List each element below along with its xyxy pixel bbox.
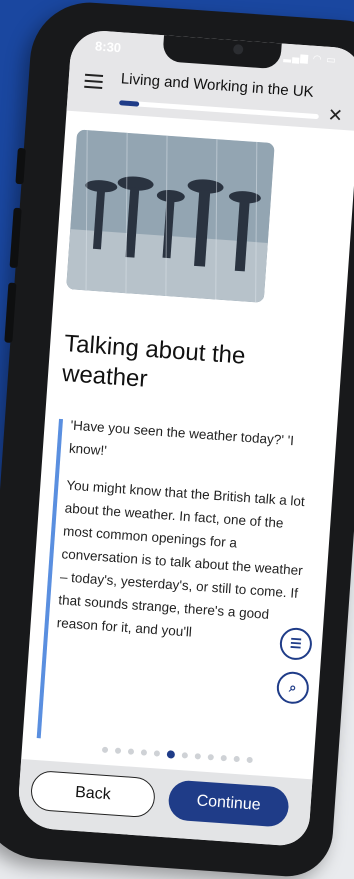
lesson-body: 'Have you seen the weather today?' 'I kn… [55,414,321,666]
close-icon[interactable]: ✕ [327,105,343,127]
page-dot [140,749,148,756]
lesson-quote: 'Have you seen the weather today?' 'I kn… [68,417,295,459]
rain-umbrella-illustration [66,129,275,303]
side-button [15,147,26,185]
continue-button[interactable]: Continue [167,779,290,828]
page-dot [246,756,253,764]
page-dot [153,750,161,757]
lesson-paragraph: You might know that the British talk a l… [56,477,306,640]
search-button[interactable]: ⌕ [275,670,310,705]
page-dot [194,753,202,760]
page-dot-active [166,750,176,759]
lesson-heading: Talking about the weather [61,330,247,393]
page-dot [114,747,122,754]
page-dot [220,754,227,762]
pagination-dots [101,746,253,765]
status-time: 8:30 [94,38,122,56]
hero-image [66,129,275,303]
menu-icon[interactable] [84,73,104,90]
back-button[interactable]: Back [29,769,157,819]
page-dot [181,752,189,759]
app-screen: 8:30 ▂▄▆ ◠ ▭ Living and Working in the U… [16,28,354,848]
page-dot [233,755,240,763]
page-dot [101,746,109,754]
page-dot [127,748,135,755]
page-dot [207,754,214,761]
